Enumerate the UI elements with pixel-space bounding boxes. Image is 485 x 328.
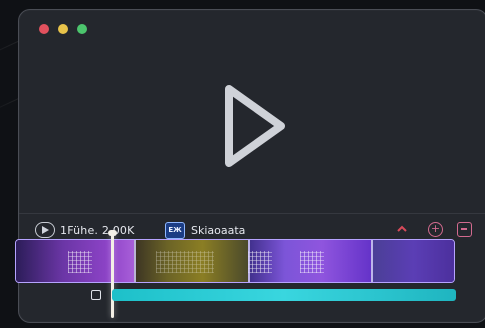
small-play-icon[interactable] [35,222,55,238]
clip-icon: ЕЖ [165,221,185,239]
clip-thumbnail-grid [156,251,214,273]
minimize-window-button[interactable] [58,24,68,34]
time-display: 1Fühe. 2.00K [35,221,135,239]
clip-thumbnail-grid [300,251,324,273]
close-window-button[interactable] [39,24,49,34]
play-icon[interactable] [217,81,291,171]
export-icon[interactable] [457,222,472,237]
clip-segment-4[interactable] [371,240,454,282]
clip-thumbnail-grid [248,251,272,273]
clip-info[interactable]: ЕЖ Skiaoaata [165,220,245,240]
title-bar [19,10,485,48]
playhead[interactable] [111,232,114,318]
audio-track[interactable] [112,289,456,301]
video-track[interactable] [15,239,455,283]
clip-divider [134,240,136,282]
clip-label: Skiaoaata [191,223,246,237]
marker-icon[interactable] [397,224,407,234]
clip-divider [371,240,373,282]
add-icon[interactable]: + [428,222,443,237]
video-preview[interactable] [19,48,485,218]
maximize-window-button[interactable] [77,24,87,34]
audio-track-icon [91,290,101,300]
clip-divider [248,240,250,282]
time-label: 1Fühe. 2.00K [60,223,135,237]
clip-thumbnail-grid [68,251,92,273]
